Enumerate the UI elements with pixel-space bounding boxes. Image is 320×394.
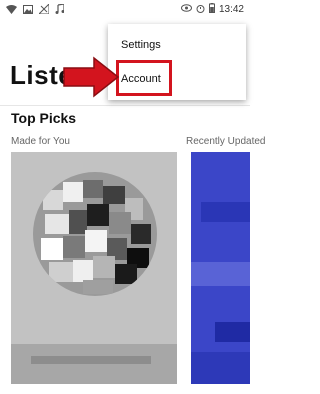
section-title: Top Picks xyxy=(11,110,77,126)
card-artwork-block xyxy=(191,352,250,384)
wifi-icon xyxy=(6,4,17,17)
image-icon xyxy=(23,4,33,17)
status-right-icons: 13:42 xyxy=(180,3,244,16)
battery-icon xyxy=(208,3,215,16)
status-time: 13:42 xyxy=(218,4,244,15)
recently-updated-card[interactable] xyxy=(191,152,250,384)
card-artwork-block xyxy=(215,322,250,342)
status-left-icons xyxy=(6,2,65,17)
pointer-arrow-icon xyxy=(60,54,122,105)
album-artwork xyxy=(33,172,157,296)
no-signal-icon xyxy=(37,2,50,17)
eye-icon xyxy=(180,4,192,15)
status-bar: 13:42 xyxy=(0,0,250,22)
made-for-you-card[interactable] xyxy=(11,152,177,384)
card-label-made-for-you: Made for You xyxy=(11,136,70,147)
header-divider xyxy=(0,105,250,106)
card-label-recently-updated: Recently Updated xyxy=(186,136,266,147)
menu-item-settings[interactable]: Settings xyxy=(108,30,246,60)
card-caption-band xyxy=(11,344,177,384)
card-artwork-block xyxy=(191,262,250,286)
alarm-icon xyxy=(196,4,205,16)
highlight-box xyxy=(116,60,172,96)
music-icon xyxy=(55,3,65,17)
card-caption-placeholder xyxy=(31,356,151,364)
card-artwork-block xyxy=(201,202,250,222)
